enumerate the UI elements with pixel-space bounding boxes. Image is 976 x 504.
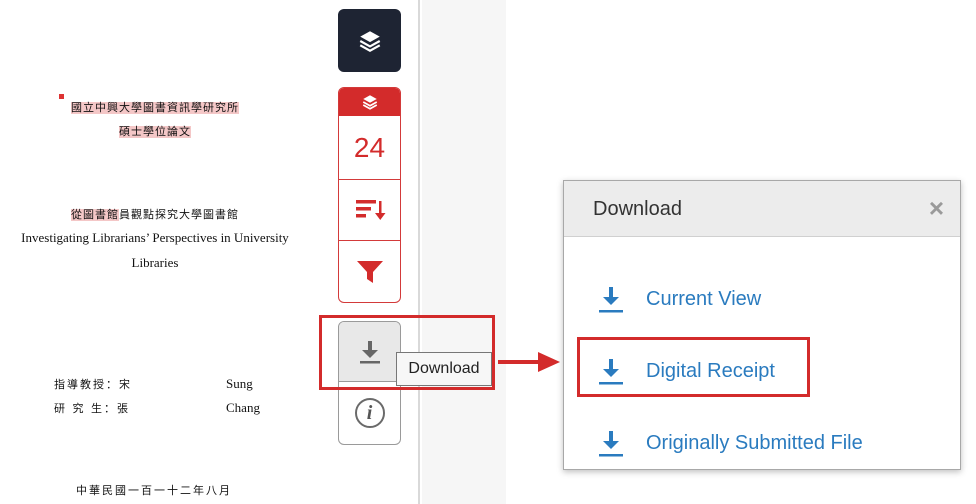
info-button[interactable]: i	[339, 382, 400, 444]
student-name: Chang	[226, 400, 260, 415]
download-icon	[599, 287, 623, 313]
viewer-background	[422, 0, 506, 504]
filter-icon	[356, 260, 383, 283]
title-en-line-2: Libraries	[131, 255, 179, 270]
advisor-name: Sung	[226, 376, 253, 391]
title-zh-highlight: 從圖書館	[71, 209, 119, 221]
option-label: Current View	[646, 287, 762, 310]
degree-line: 碩士學位論文	[0, 123, 310, 139]
dialog-header: Download ×	[564, 181, 960, 237]
download-dialog: Download × Current View Digital Receipt …	[563, 180, 961, 470]
highlight-box-receipt	[577, 337, 810, 397]
similarity-header[interactable]	[339, 88, 400, 116]
title-zh-line: 從圖書館員觀點探究大學圖書館	[0, 206, 310, 222]
institution-text: 國立中興大學圖書資訊學研究所	[71, 102, 239, 114]
title-zh-rest: 員觀點探究大學圖書館	[119, 209, 239, 221]
highlight-box-download	[319, 315, 495, 390]
degree-text: 碩士學位論文	[119, 126, 191, 138]
advisor-label: 指導教授：宋	[54, 378, 132, 391]
option-originally-submitted[interactable]: Originally Submitted File	[598, 429, 863, 457]
similarity-panel: 24	[338, 87, 401, 303]
close-icon[interactable]: ×	[929, 193, 944, 224]
dialog-title: Download	[593, 198, 682, 220]
filter-button[interactable]	[339, 241, 400, 302]
option-current-view[interactable]: Current View	[598, 285, 761, 313]
arrow-icon	[498, 352, 560, 372]
layers-button[interactable]	[338, 9, 401, 72]
date-line: 中華民國一百一十二年八月	[76, 484, 232, 497]
institution-line: 國立中興大學圖書資訊學研究所	[0, 99, 310, 115]
title-en-line-1: Investigating Librarians’ Perspectives i…	[21, 230, 289, 245]
info-icon: i	[354, 398, 385, 428]
similarity-count[interactable]: 24	[339, 116, 400, 180]
student-label: 研 究 生：張	[54, 402, 130, 415]
sort-button[interactable]	[339, 180, 400, 241]
layers-icon	[359, 30, 380, 52]
download-icon	[599, 431, 623, 457]
option-label: Originally Submitted File	[646, 431, 863, 454]
sort-icon	[355, 200, 385, 220]
layers-icon	[362, 95, 377, 110]
